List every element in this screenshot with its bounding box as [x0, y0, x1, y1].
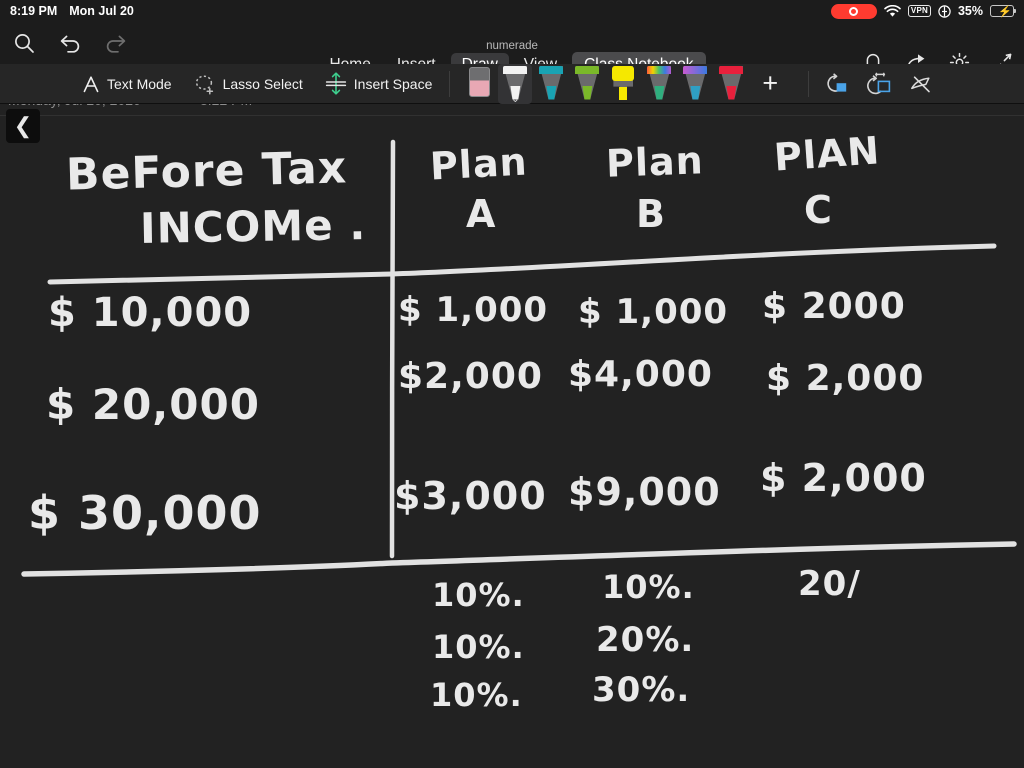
ink-income-row-1: $ 10,000 [48, 290, 253, 336]
record-dot-icon [849, 6, 859, 16]
add-pen-button[interactable]: + [748, 70, 792, 97]
pen-green[interactable] [570, 64, 604, 104]
battery-percent: 35% [957, 4, 983, 18]
text-mode-label: Text Mode [107, 75, 172, 92]
status-date: Mon Jul 20 [69, 4, 134, 18]
ink-plan-b-rate-2: 20%. [596, 620, 695, 660]
wifi-icon [884, 4, 901, 17]
ink-plan-b-row-1: $ 1,000 [578, 292, 729, 332]
vpn-badge: VPN [907, 5, 931, 17]
ink-col-header-plan-a-top: Plan [428, 139, 529, 189]
ink-to-shape-icon[interactable] [823, 70, 851, 98]
note-canvas[interactable]: Monday, Jul 20, 2020 8:22 PM ❮ BeFore Ta… [0, 104, 1024, 768]
status-time: 8:19 PM [10, 4, 58, 18]
charging-bolt-icon: ⚡ [998, 6, 1012, 18]
lasso-select-button[interactable]: Lasso Select [183, 64, 314, 104]
ink-plan-c-row-3: $ 2,000 [760, 456, 927, 500]
insert-space-button[interactable]: Insert Space [314, 64, 444, 104]
ink-plan-a-rate-3: 10%. [430, 676, 523, 714]
status-bar-right: VPN 35% ⚡ [830, 3, 1017, 19]
pen-white[interactable]: ⌄ [498, 63, 533, 104]
ink-income-row-2: $ 20,000 [46, 380, 260, 429]
text-mode-button[interactable]: Text Mode [0, 64, 183, 104]
ink-plan-a-row-2: $2,000 [398, 356, 543, 397]
toolbar-divider-2 [808, 70, 810, 97]
ink-plan-c-row-1: $ 2000 [762, 286, 906, 327]
ink-to-table-icon[interactable] [865, 70, 893, 98]
ink-col-header-plan-c-top: PlAN [772, 128, 882, 180]
pen-teal[interactable] [534, 64, 568, 104]
draw-toolbar: Text Mode Lasso Select Insert Space ⌄ + [0, 63, 1024, 104]
lasso-select-label: Lasso Select [222, 75, 303, 92]
focus-icon [938, 4, 951, 18]
chevron-down-icon[interactable]: ⌄ [511, 94, 519, 104]
pen-blue[interactable] [678, 64, 712, 104]
pen-eraser[interactable] [462, 64, 496, 104]
ink-plan-a-row-1: $ 1,000 [398, 290, 549, 330]
ink-plan-c-row-2: $ 2,000 [766, 358, 925, 399]
ink-plan-a-row-3: $3,000 [394, 474, 547, 518]
pen-tray: ⌄ [462, 63, 748, 104]
ink-plan-b-row-3: $9,000 [568, 470, 721, 514]
ink-col-header-plan-b-top: Plan [605, 138, 705, 186]
status-bar: 8:19 PM Mon Jul 20 VPN 35% ⚡ [0, 0, 1024, 22]
ink-plan-a-rate-1: 10%. [432, 576, 525, 614]
ink-plan-b-rate-3: 30%. [592, 670, 691, 710]
ink-plan-b-row-2: $4,000 [568, 354, 713, 395]
ink-text-income: INCOMe . [139, 200, 367, 253]
ink-col-header-plan-a-bottom: A [466, 192, 497, 236]
highlighter-yellow[interactable] [606, 64, 640, 104]
ribbon-bar: numerade Home Insert Draw View Class Not… [0, 22, 1024, 78]
text-mode-icon [83, 75, 99, 92]
ink-plan-c-rate-1: 20/ [798, 564, 861, 604]
ink-col-header-plan-b-bottom: B [636, 192, 666, 236]
insert-space-icon [325, 71, 346, 95]
insert-space-label: Insert Space [353, 75, 433, 92]
battery-charging-icon: ⚡ [990, 5, 1017, 18]
pen-rainbow[interactable] [642, 64, 676, 104]
status-bar-left: 8:19 PM Mon Jul 20 [10, 4, 134, 18]
ink-income-row-3: $ 30,000 [28, 486, 262, 540]
ink-col-header-plan-c-bottom: C [804, 188, 833, 232]
ink-text-before-tax: BeFore Tax [65, 142, 348, 201]
toolbar-divider [449, 70, 451, 97]
onenote-app-window: 8:19 PM Mon Jul 20 VPN 35% ⚡ numerade Te… [0, 0, 1024, 768]
ink-replay-icon[interactable] [907, 70, 935, 98]
ink-plan-b-rate-1: 10%. [602, 568, 695, 606]
ink-plan-a-rate-2: 10%. [432, 628, 525, 666]
lasso-select-icon [195, 74, 213, 95]
pen-red[interactable] [714, 64, 748, 104]
screen-recording-indicator[interactable] [830, 3, 877, 19]
